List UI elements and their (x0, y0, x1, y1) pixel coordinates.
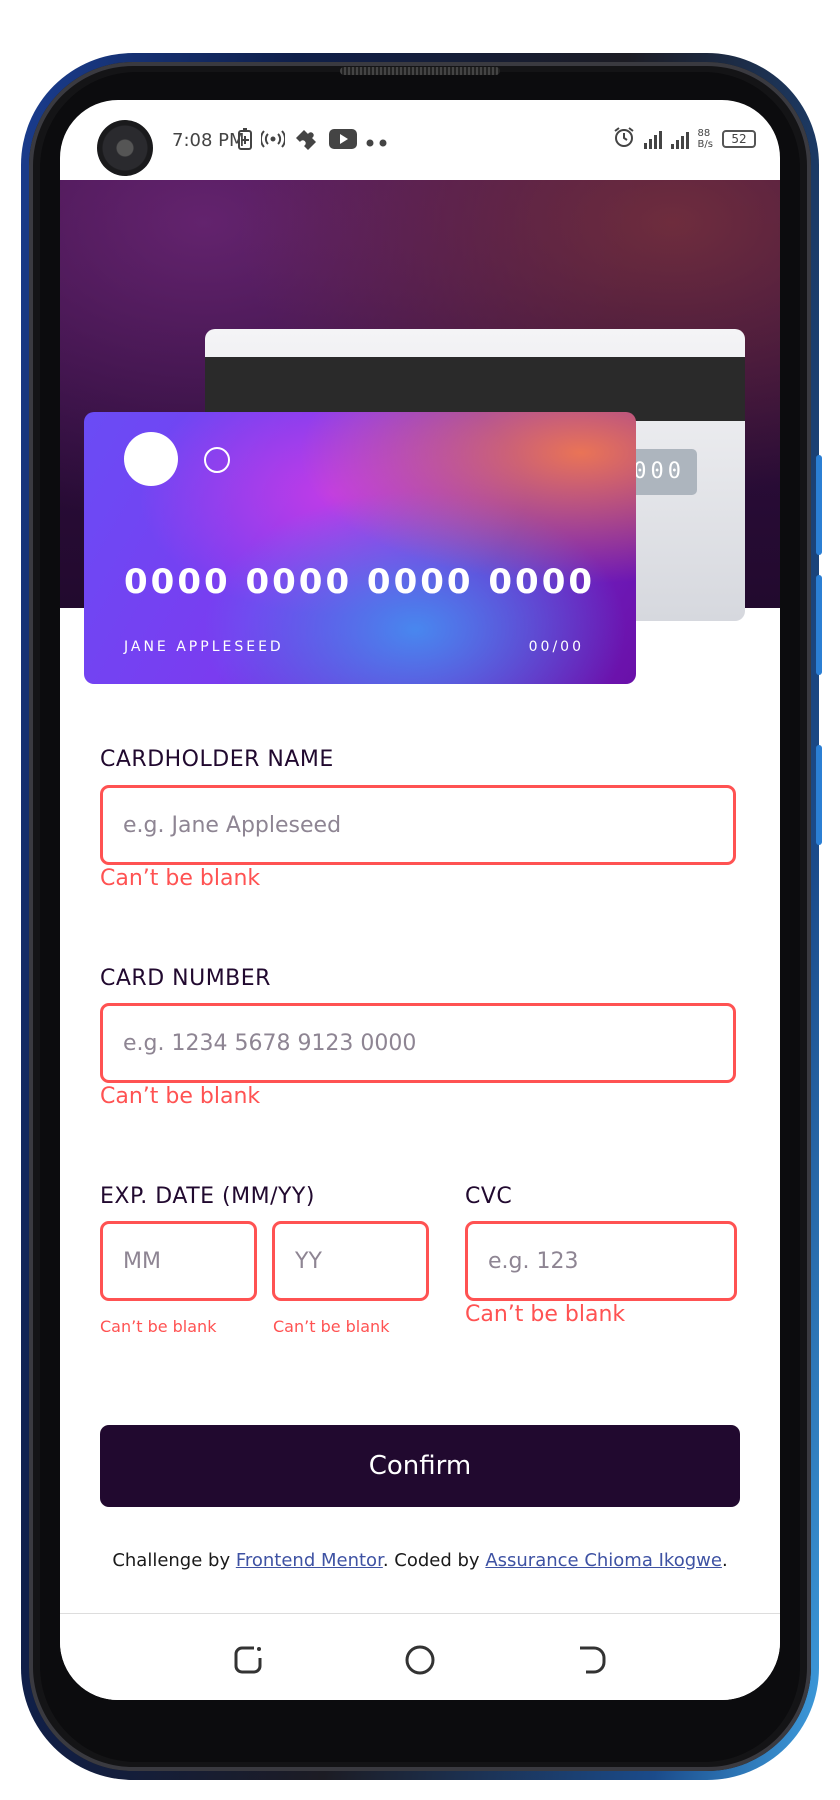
status-time: 7:08 PM (172, 130, 245, 151)
card-number-label-text: CARD NUMBER (100, 966, 271, 991)
cardholder-name-input[interactable] (100, 785, 736, 865)
volume-down-button (816, 575, 822, 675)
earpiece-speaker (340, 67, 500, 75)
hotspot-icon (260, 130, 286, 153)
signal-1-icon (643, 129, 662, 149)
confirm-button[interactable]: Confirm (100, 1425, 740, 1507)
cardholder-error: Can’t be blank (100, 866, 261, 891)
signal-2-icon (670, 129, 689, 149)
volume-up-button (816, 455, 822, 555)
status-icons-right: 88 B/s 52 (613, 126, 756, 152)
power-button (816, 745, 822, 845)
cvc-label-text: CVC (465, 1184, 513, 1209)
attribution-middle: . Coded by (382, 1550, 486, 1571)
attribution-prefix: Challenge by (112, 1550, 236, 1571)
alarm-icon (613, 126, 635, 152)
status-bar: 7:08 PM 88 B/s 52 (60, 100, 780, 180)
card-number-error: Can’t be blank (100, 1084, 261, 1109)
card-front-name: JANE APPLESEED (124, 639, 284, 655)
card-number-label: CARD NUMBER (100, 966, 271, 991)
front-camera (97, 120, 153, 176)
attribution: Challenge by Frontend Mentor. Coded by A… (60, 1550, 780, 1571)
phone-screen: 7:08 PM 88 B/s 52 000 0000 0000 0000 000… (60, 100, 780, 1700)
home-icon[interactable] (404, 1644, 436, 1676)
expiry-month-error: Can’t be blank (100, 1317, 217, 1336)
author-link[interactable]: Assurance Chioma Ikogwe (485, 1550, 722, 1571)
expiry-year-input[interactable] (272, 1221, 429, 1301)
battery-indicator: 52 (722, 130, 756, 148)
expiry-label: EXP. DATE (MM/YY) (100, 1184, 315, 1209)
cardholder-label: CARDHOLDER NAME (100, 747, 334, 772)
card-front: 0000 0000 0000 0000 JANE APPLESEED 00/00 (84, 412, 636, 684)
data-speed-text: 88 B/s (697, 128, 713, 150)
card-front-number: 0000 0000 0000 0000 (124, 562, 596, 602)
battery-charging-icon (238, 128, 252, 155)
expiry-label-text: EXP. DATE (MM/YY) (100, 1184, 315, 1209)
expiry-month-input[interactable] (100, 1221, 257, 1301)
youtube-icon (329, 129, 357, 154)
card-logo-circle-filled (124, 432, 178, 486)
card-number-input[interactable] (100, 1003, 736, 1083)
status-icons-left (238, 128, 388, 155)
expiry-year-error: Can’t be blank (273, 1317, 390, 1336)
back-icon[interactable] (576, 1644, 608, 1676)
attribution-suffix: . (721, 1550, 728, 1571)
cvc-label: CVC (465, 1184, 512, 1209)
android-nav-bar (60, 1613, 780, 1700)
cvc-error: Can’t be blank (465, 1302, 626, 1327)
recent-apps-icon[interactable] (232, 1644, 264, 1676)
frontend-mentor-link[interactable]: Frontend Mentor (236, 1550, 383, 1571)
cvc-input[interactable] (465, 1221, 737, 1301)
more-notifications-icon (366, 131, 388, 152)
cardholder-label-text: CARDHOLDER NAME (100, 747, 334, 772)
card-logo-circle-outline (204, 447, 230, 473)
card-front-expiry: 00/00 (528, 639, 584, 655)
puzzle-icon (294, 128, 320, 155)
